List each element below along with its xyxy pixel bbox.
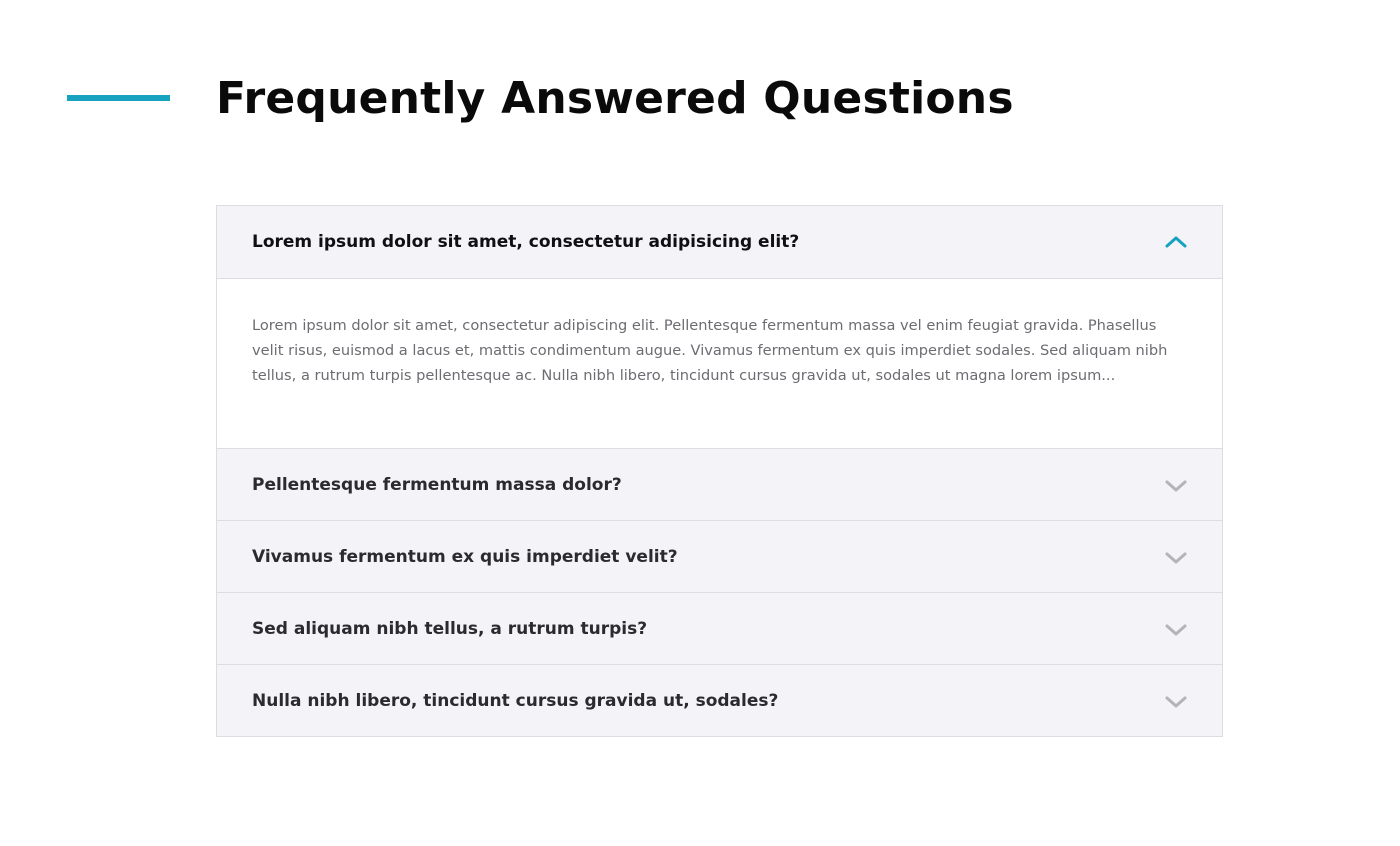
faq-item: Pellentesque fermentum massa dolor? [217, 448, 1222, 520]
faq-question-text: Pellentesque fermentum massa dolor? [252, 474, 622, 495]
faq-item: Sed aliquam nibh tellus, a rutrum turpis… [217, 592, 1222, 664]
chevron-down-icon[interactable] [1164, 477, 1188, 493]
chevron-up-icon[interactable] [1164, 234, 1188, 250]
faq-item: Nulla nibh libero, tincidunt cursus grav… [217, 664, 1222, 736]
chevron-down-icon[interactable] [1164, 621, 1188, 637]
faq-accordion: Lorem ipsum dolor sit amet, consectetur … [216, 205, 1223, 737]
faq-question-toggle[interactable]: Pellentesque fermentum massa dolor? [217, 449, 1222, 520]
faq-question-toggle[interactable]: Lorem ipsum dolor sit amet, consectetur … [217, 206, 1222, 278]
faq-question-text: Sed aliquam nibh tellus, a rutrum turpis… [252, 618, 648, 639]
page-title: Frequently Answered Questions [216, 73, 1014, 124]
faq-question-text: Vivamus fermentum ex quis imperdiet veli… [252, 546, 678, 567]
faq-question-toggle[interactable]: Vivamus fermentum ex quis imperdiet veli… [217, 521, 1222, 592]
faq-question-toggle[interactable]: Sed aliquam nibh tellus, a rutrum turpis… [217, 593, 1222, 664]
title-accent-line [67, 95, 170, 101]
faq-question-text: Nulla nibh libero, tincidunt cursus grav… [252, 690, 779, 711]
chevron-down-icon[interactable] [1164, 693, 1188, 709]
faq-answer-panel: Lorem ipsum dolor sit amet, consectetur … [217, 278, 1222, 448]
faq-answer-text: Lorem ipsum dolor sit amet, consectetur … [252, 317, 1168, 384]
faq-question-text: Lorem ipsum dolor sit amet, consectetur … [252, 232, 800, 252]
faq-item: Lorem ipsum dolor sit amet, consectetur … [217, 206, 1222, 448]
faq-item: Vivamus fermentum ex quis imperdiet veli… [217, 520, 1222, 592]
faq-question-toggle[interactable]: Nulla nibh libero, tincidunt cursus grav… [217, 665, 1222, 736]
chevron-down-icon[interactable] [1164, 549, 1188, 565]
